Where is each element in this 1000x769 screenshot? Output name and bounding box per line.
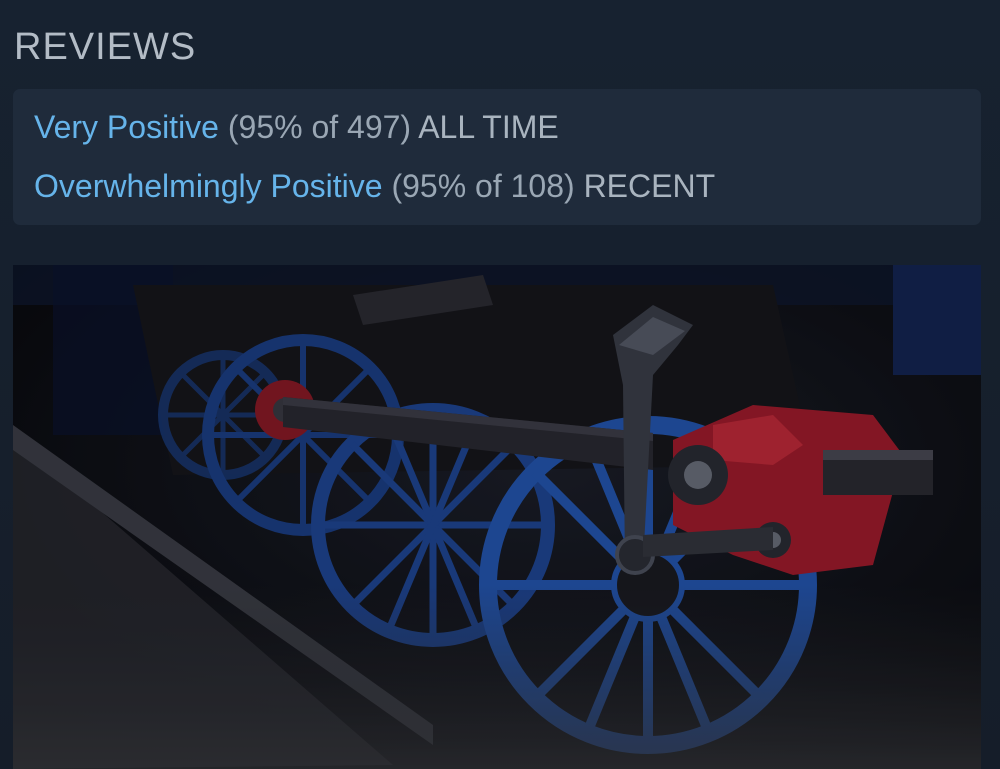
recent-period-label: RECENT	[583, 168, 716, 204]
all-time-rating-link[interactable]: Very Positive	[34, 109, 219, 145]
recent-rating-link[interactable]: Overwhelmingly Positive	[34, 168, 383, 204]
game-screenshot[interactable]	[13, 265, 981, 769]
reviews-heading: REVIEWS	[14, 26, 197, 68]
recent-review-count: (95% of 108)	[391, 168, 575, 204]
locomotive-artwork	[13, 265, 981, 769]
review-row-all-time: Very Positive (95% of 497) ALL TIME	[34, 109, 559, 146]
review-row-recent: Overwhelmingly Positive (95% of 108) REC…	[34, 168, 715, 205]
all-time-period-label: ALL TIME	[418, 109, 559, 145]
all-time-review-count: (95% of 497)	[227, 109, 412, 145]
reviews-summary-box: Very Positive (95% of 497) ALL TIME Over…	[13, 89, 981, 225]
store-page: REVIEWS Very Positive (95% of 497) ALL T…	[0, 0, 1000, 769]
